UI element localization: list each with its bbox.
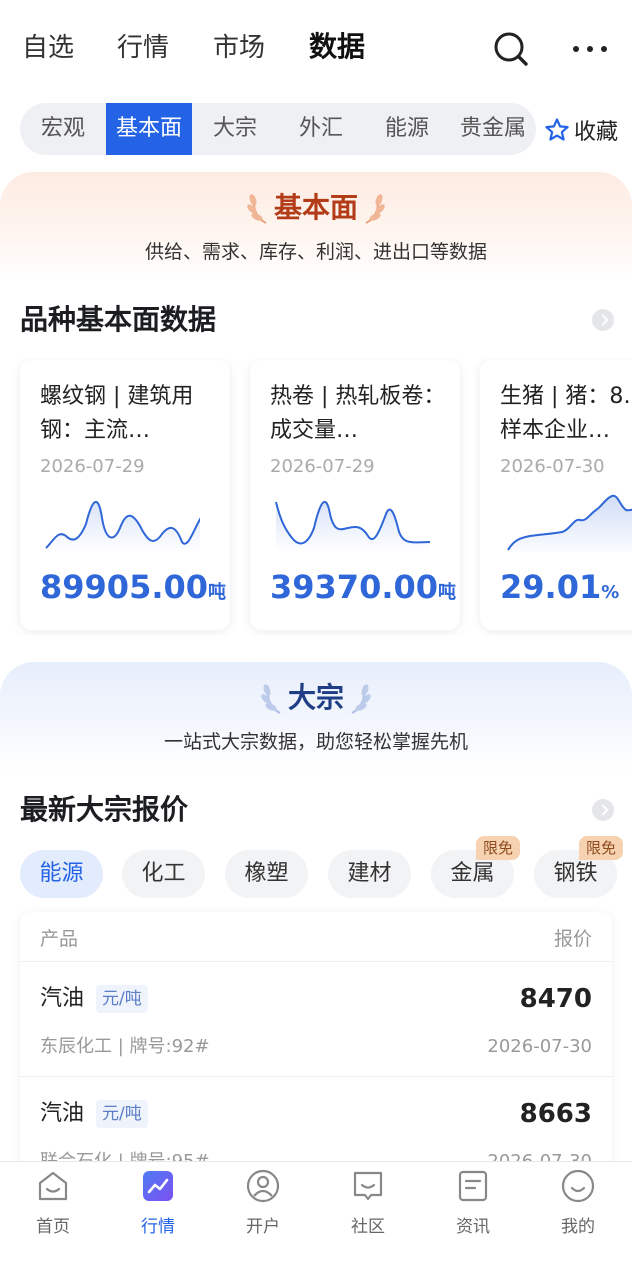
section-title-fundamentals: 品种基本面数据: [20, 303, 217, 336]
fundamentals-banner-title: 基本面: [273, 191, 358, 224]
tab-quotes[interactable]: 行情: [117, 28, 169, 68]
more-dots-icon[interactable]: [570, 30, 610, 68]
commodity-tab-rubber-plastics[interactable]: 橡塑: [225, 850, 308, 898]
category-tab-precious-metals[interactable]: 贵金属: [450, 103, 536, 155]
header-product: 产品: [40, 928, 79, 950]
commodity-tab-label: 钢铁: [553, 861, 598, 886]
section-title-quotes: 最新大宗报价: [20, 793, 189, 826]
fundamentals-cards: 螺纹钢 | 建筑用钢：主流… 2026-07-29 89905.00吨 热卷 |…: [0, 358, 632, 636]
bottom-tab-community[interactable]: 社区: [328, 1168, 408, 1237]
bulk-banner-subtitle: 一站式大宗数据，助您轻松掌握先机: [163, 731, 468, 753]
section-more-arrow-icon[interactable]: [592, 309, 614, 331]
free-badge: 限免: [578, 836, 623, 860]
product-unit: 元/吨: [96, 985, 148, 1013]
fundamentals-card[interactable]: 螺纹钢 | 建筑用钢：主流… 2026-07-29 89905.00吨: [20, 360, 230, 630]
table-row[interactable]: 汽油 元/吨 8663 联合石化 | 牌号:95# 2026-07-30: [20, 1078, 612, 1172]
bottom-tab-label: 社区: [351, 1217, 385, 1237]
card-value-number: 39370.00: [270, 568, 439, 606]
card-value-unit: %: [601, 582, 620, 603]
card-date: 2026-07-30: [500, 456, 605, 477]
profile-icon: [561, 1169, 595, 1203]
quote-table: 产品 报价 汽油 元/吨 8470 东辰化工 | 牌号:92# 2026-07-…: [20, 912, 612, 1172]
fundamentals-banner-subtitle: 供给、需求、库存、利润、进出口等数据: [144, 241, 487, 263]
product-price: 8663: [519, 1099, 592, 1129]
bottom-tab-label: 资讯: [456, 1217, 490, 1237]
account-icon: [246, 1169, 280, 1203]
card-value-unit: 吨: [208, 582, 227, 603]
product-price: 8470: [519, 984, 592, 1014]
product-unit: 元/吨: [96, 1100, 148, 1128]
favorite-label: 收藏: [574, 120, 619, 145]
product-name: 汽油: [40, 986, 85, 1011]
bottom-tab-bar: 首页 行情 开户 社区 资讯 我的: [0, 1161, 632, 1281]
card-value-number: 29.01: [500, 568, 602, 606]
bottom-tab-label: 我的: [561, 1217, 595, 1237]
bulk-banner-title: 大宗: [287, 681, 344, 714]
category-tab-fundamentals[interactable]: 基本面: [106, 103, 192, 155]
commodity-tab-chemicals[interactable]: 化工: [122, 850, 205, 898]
card-value-number: 89905.00: [40, 568, 209, 606]
card-sparkline: [507, 494, 632, 552]
card-title: 螺纹钢 | 建筑用钢：主流…: [40, 384, 194, 443]
product-source: 东辰化工 | 牌号:92#: [40, 1036, 210, 1057]
card-sparkline: [45, 501, 200, 552]
category-tab-energy[interactable]: 能源: [364, 103, 450, 155]
commodity-tab-metals[interactable]: 金属 限免: [431, 836, 520, 898]
commodity-tab-energy[interactable]: 能源: [20, 850, 103, 898]
bottom-tab-home[interactable]: 首页: [13, 1168, 93, 1237]
card-date: 2026-07-29: [40, 456, 145, 477]
category-tab-forex[interactable]: 外汇: [278, 103, 364, 155]
card-value-unit: 吨: [438, 582, 457, 603]
community-icon: [353, 1171, 383, 1201]
tab-watchlist[interactable]: 自选: [22, 28, 74, 68]
card-title: 热卷 | 热轧板卷：成交量…: [270, 384, 446, 443]
header-price: 报价: [553, 928, 592, 950]
quote-table-header: 产品 报价: [20, 912, 612, 962]
card-value: 89905.00吨: [40, 568, 226, 606]
category-tab-bulk[interactable]: 大宗: [192, 103, 278, 155]
fundamentals-card[interactable]: 生猪 | 猪：8…家样本企业… 2026-07-30 29.01%: [480, 360, 632, 630]
tab-data[interactable]: 数据: [309, 27, 365, 67]
card-value: 29.01%: [500, 568, 619, 606]
category-tabs: 宏观 基本面 大宗 外汇 能源 贵金属: [20, 103, 536, 155]
top-nav: 自选 行情 市场 数据: [0, 0, 632, 98]
bottom-tab-profile[interactable]: 我的: [538, 1168, 618, 1237]
section-more-arrow-icon[interactable]: [592, 799, 614, 821]
laurel-right-icon: [365, 194, 385, 224]
bottom-tab-news[interactable]: 资讯: [433, 1168, 513, 1237]
star-icon: [545, 118, 569, 141]
bottom-tab-label: 行情: [141, 1217, 175, 1237]
bottom-tab-label: 首页: [36, 1217, 70, 1237]
category-tab-macro[interactable]: 宏观: [20, 103, 106, 155]
commodity-tab-label: 金属: [450, 861, 495, 886]
card-value: 39370.00吨: [270, 568, 456, 606]
bottom-tab-account[interactable]: 开户: [223, 1168, 303, 1237]
laurel-right-icon: [351, 684, 371, 714]
commodity-tab-building-materials[interactable]: 建材: [328, 850, 411, 898]
table-row[interactable]: 汽油 元/吨 8470 东辰化工 | 牌号:92# 2026-07-30: [20, 963, 612, 1077]
card-sparkline: [275, 500, 430, 552]
fundamentals-card[interactable]: 热卷 | 热轧板卷：成交量… 2026-07-29 39370.00吨: [250, 360, 460, 630]
free-badge: 限免: [475, 836, 520, 860]
bottom-tab-label: 开户: [246, 1217, 280, 1237]
bulk-banner[interactable]: 大宗 一站式大宗数据，助您轻松掌握先机: [0, 662, 632, 772]
commodity-tab-steel[interactable]: 钢铁 限免: [534, 836, 623, 898]
favorite-button[interactable]: 收藏: [544, 112, 618, 148]
search-icon[interactable]: [492, 30, 530, 68]
bottom-tab-market[interactable]: 行情: [118, 1168, 198, 1237]
fundamentals-banner[interactable]: 基本面 供给、需求、库存、利润、进出口等数据: [0, 172, 632, 282]
product-date: 2026-07-30: [487, 1036, 592, 1057]
card-title: 生猪 | 猪：8…家样本企业…: [500, 384, 632, 443]
card-date: 2026-07-29: [270, 456, 375, 477]
product-name: 汽油: [40, 1101, 85, 1126]
home-icon: [38, 1171, 68, 1201]
news-icon: [458, 1170, 488, 1202]
tab-market[interactable]: 市场: [213, 28, 265, 68]
market-chart-icon: [143, 1171, 173, 1201]
